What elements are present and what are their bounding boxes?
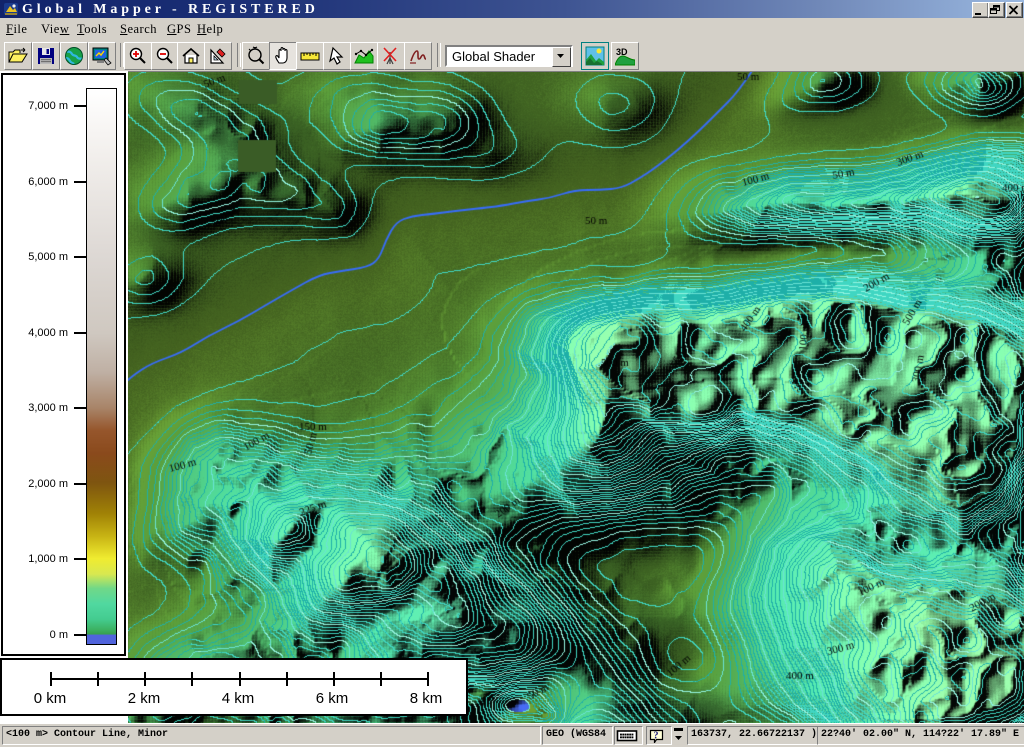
svg-text:?: ? [654, 731, 659, 742]
svg-text:3D: 3D [616, 47, 628, 57]
